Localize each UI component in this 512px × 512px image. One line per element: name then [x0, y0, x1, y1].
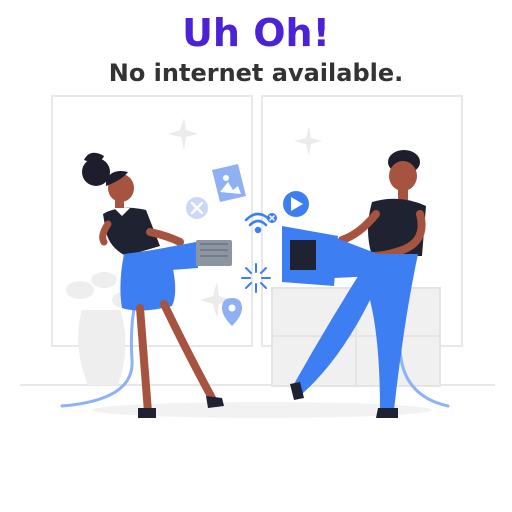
- location-pin-icon: [222, 298, 242, 326]
- close-icon: [186, 197, 208, 219]
- star-left: [168, 118, 198, 150]
- leaf-1: [66, 281, 94, 299]
- leaf-2: [91, 272, 117, 288]
- no-internet-illustration: [20, 95, 495, 418]
- spark-icon: [241, 263, 271, 293]
- star-right: [294, 126, 322, 156]
- play-icon: [283, 191, 309, 217]
- image-file-icon: [212, 164, 246, 202]
- vase: [78, 310, 126, 385]
